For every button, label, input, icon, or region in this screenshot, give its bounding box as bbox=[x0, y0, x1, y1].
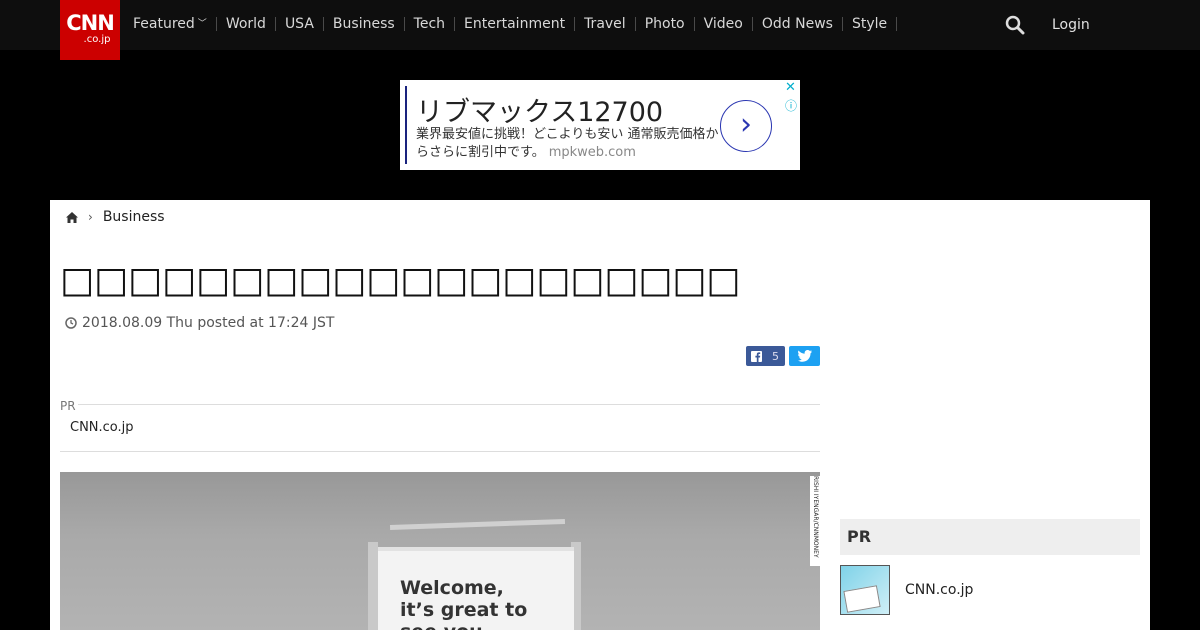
main-nav: Featured ﹀ World USA Business Tech Entert… bbox=[124, 14, 898, 34]
logo-subtext: .co.jp bbox=[83, 34, 111, 45]
photo-credit-text: RISHI IYENGAR/CNNMONEY bbox=[812, 476, 819, 558]
ad-info-icon[interactable]: ⓘ bbox=[785, 97, 797, 114]
top-navigation-bar: CNN .co.jp Featured ﹀ World USA Business … bbox=[0, 0, 1200, 60]
share-buttons: 5 bbox=[746, 346, 820, 366]
pr-link[interactable]: CNN.co.jp bbox=[70, 420, 134, 435]
ad-description: 業界最安値に挑戦！どこよりも安い 通常販売価格からさらに割引中です。 mpkweb… bbox=[416, 126, 721, 162]
share-count: 5 bbox=[772, 349, 779, 363]
facebook-share-button[interactable]: 5 bbox=[746, 346, 785, 366]
twitter-icon bbox=[797, 350, 812, 362]
nav-item-tech[interactable]: Tech bbox=[405, 17, 456, 31]
divider bbox=[78, 404, 820, 405]
article-container: › Business □□□□□□□□□□□□□□□□□□□□□□□□□□□□□… bbox=[50, 200, 1150, 630]
breadcrumb: › Business bbox=[66, 209, 165, 225]
nav-item-odd-news[interactable]: Odd News bbox=[753, 17, 843, 31]
nav-item-entertainment[interactable]: Entertainment bbox=[455, 17, 576, 31]
search-icon[interactable] bbox=[1005, 15, 1025, 35]
sidebar-pr-item[interactable]: CNN.co.jp bbox=[840, 565, 973, 615]
nav-item-world[interactable]: World bbox=[217, 17, 276, 31]
sign-text: Welcome, it’s great to see you bbox=[400, 577, 528, 630]
ad-domain[interactable]: mpkweb.com bbox=[549, 145, 636, 160]
nav-item-style[interactable]: Style bbox=[843, 17, 898, 31]
sidebar-thumbnail[interactable] bbox=[840, 565, 890, 615]
article-date: 2018.08.09 Thu posted at 17:24 JST bbox=[65, 315, 334, 331]
ad-close-icon[interactable]: ✕ bbox=[785, 80, 796, 95]
facebook-icon bbox=[751, 350, 762, 362]
nav-item-photo[interactable]: Photo bbox=[636, 17, 695, 31]
article-headline: □□□□□□□□□□□□□□□□□□□□□□□□□□□□□□□ bbox=[60, 260, 740, 301]
nav-item-travel[interactable]: Travel bbox=[575, 17, 636, 31]
sign-pole bbox=[368, 542, 378, 630]
nav-item-featured[interactable]: Featured ﹀ bbox=[124, 17, 217, 31]
nav-item-video[interactable]: Video bbox=[695, 17, 753, 31]
nav-item-usa[interactable]: USA bbox=[276, 17, 324, 31]
date-text: 2018.08.09 Thu posted at 17:24 JST bbox=[82, 315, 335, 331]
twitter-share-button[interactable] bbox=[789, 346, 820, 366]
home-icon[interactable] bbox=[66, 211, 78, 223]
nav-label: Featured bbox=[133, 16, 195, 32]
sidebar-pr: PR CNN.co.jp bbox=[840, 519, 1140, 615]
advertisement-banner[interactable]: リブマックス12700 業界最安値に挑戦！どこよりも安い 通常販売価格からさらに… bbox=[400, 80, 800, 170]
sidebar-item-name[interactable]: CNN.co.jp bbox=[905, 582, 973, 598]
envelope-icon bbox=[843, 585, 881, 613]
cnn-logo[interactable]: CNN .co.jp bbox=[60, 0, 120, 60]
ad-arrow-button[interactable]: › bbox=[720, 100, 772, 152]
chevron-down-icon: ﹀ bbox=[197, 19, 207, 29]
divider bbox=[60, 451, 820, 452]
nav-item-business[interactable]: Business bbox=[324, 17, 405, 31]
breadcrumb-section[interactable]: Business bbox=[103, 209, 165, 225]
photo-credit: RISHI IYENGAR/CNNMONEY bbox=[810, 476, 820, 566]
sidebar-heading: PR bbox=[840, 519, 1140, 555]
clock-icon bbox=[65, 317, 77, 329]
sign-rail bbox=[389, 518, 566, 531]
ad-accent-bar bbox=[405, 86, 407, 164]
chevron-right-icon: › bbox=[88, 210, 93, 224]
pr-label: PR bbox=[60, 399, 76, 413]
article-photo: Welcome, it’s great to see you RISHI IYE… bbox=[60, 472, 820, 630]
login-link[interactable]: Login bbox=[1052, 17, 1090, 33]
ad-title[interactable]: リブマックス12700 bbox=[416, 90, 663, 129]
logo-text: CNN bbox=[66, 11, 115, 35]
